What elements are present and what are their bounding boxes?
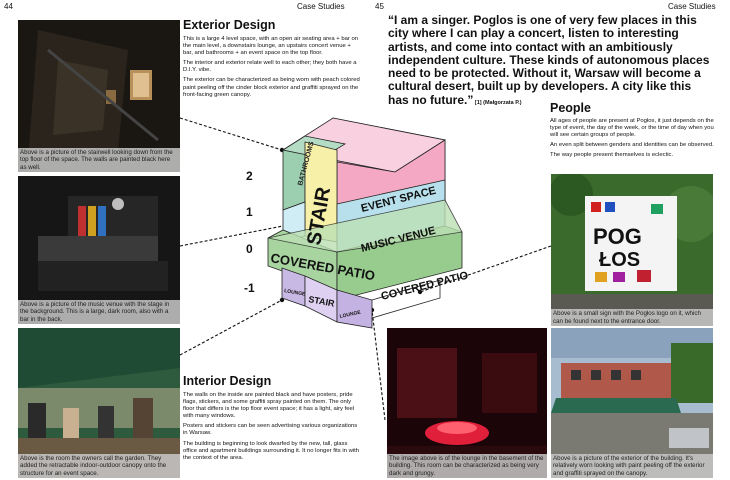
level-label-2: 2 [246, 169, 253, 183]
building-section-diagram: 2 1 0 -1 BATHROOMS STAIR EVENT SPACE MUS… [179, 117, 552, 421]
level-label-0: 0 [246, 242, 253, 256]
level-label-1: 1 [246, 205, 253, 219]
lounge-right [336, 289, 373, 329]
level-label-minus-1: -1 [244, 281, 255, 295]
